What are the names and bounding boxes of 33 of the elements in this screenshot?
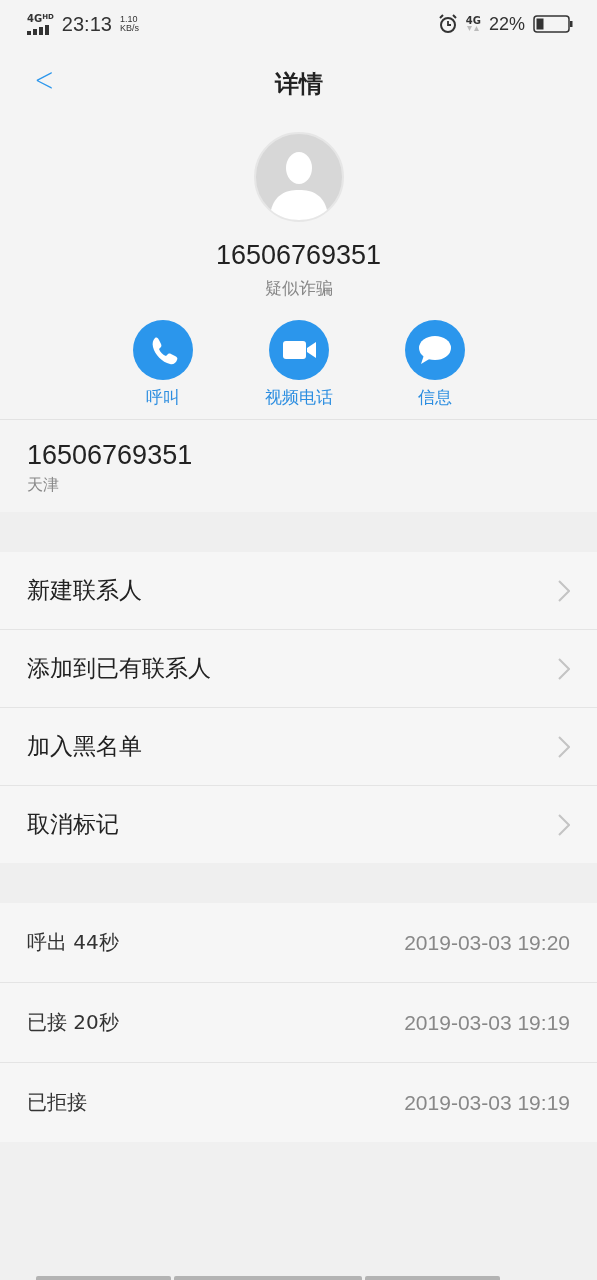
alarm-icon [437,14,458,34]
phone-icon [132,320,193,380]
call-time: 2019-03-03 19:19 [404,1010,570,1035]
phone-number: 16506769351 [215,240,382,271]
video-camera-icon [268,320,329,380]
menu-item[interactable]: 新建联系人 [0,552,597,630]
signal-icon [27,24,51,35]
call-type: 已拒接 [27,1089,87,1116]
chat-bubble-icon [404,320,465,380]
speed-value: 1.10 [119,14,139,24]
avatar-icon [253,132,344,222]
page-title: 详情 [274,69,323,100]
network-type: 4G [27,13,43,24]
battery-icon [533,15,573,33]
data-type: 4G [465,16,481,26]
location-label: 天津 [27,475,60,496]
phone-number: 16506769351 [27,440,194,471]
chevron-icon [558,735,570,758]
spam-label: 疑似诈骗 [264,277,333,300]
call-type: 呼出 44秒 [27,929,119,956]
call-time: 2019-03-03 19:19 [404,1090,570,1115]
menu-item[interactable]: 取消标记 [0,786,597,863]
menu-item[interactable]: 添加到已有联系人 [0,630,597,708]
data-arrows-icon [467,26,480,32]
menu-item[interactable]: 加入黑名单 [0,708,597,786]
speed-unit: KB/s [119,24,139,34]
chevron-icon [558,579,570,602]
call-type: 已接 20秒 [27,1009,119,1036]
call-time: 2019-03-03 19:20 [404,930,570,955]
battery-percent: 22% [488,13,525,35]
chevron-icon [558,813,570,836]
chevron-icon [558,657,570,680]
clock: 23:13 [61,12,112,36]
